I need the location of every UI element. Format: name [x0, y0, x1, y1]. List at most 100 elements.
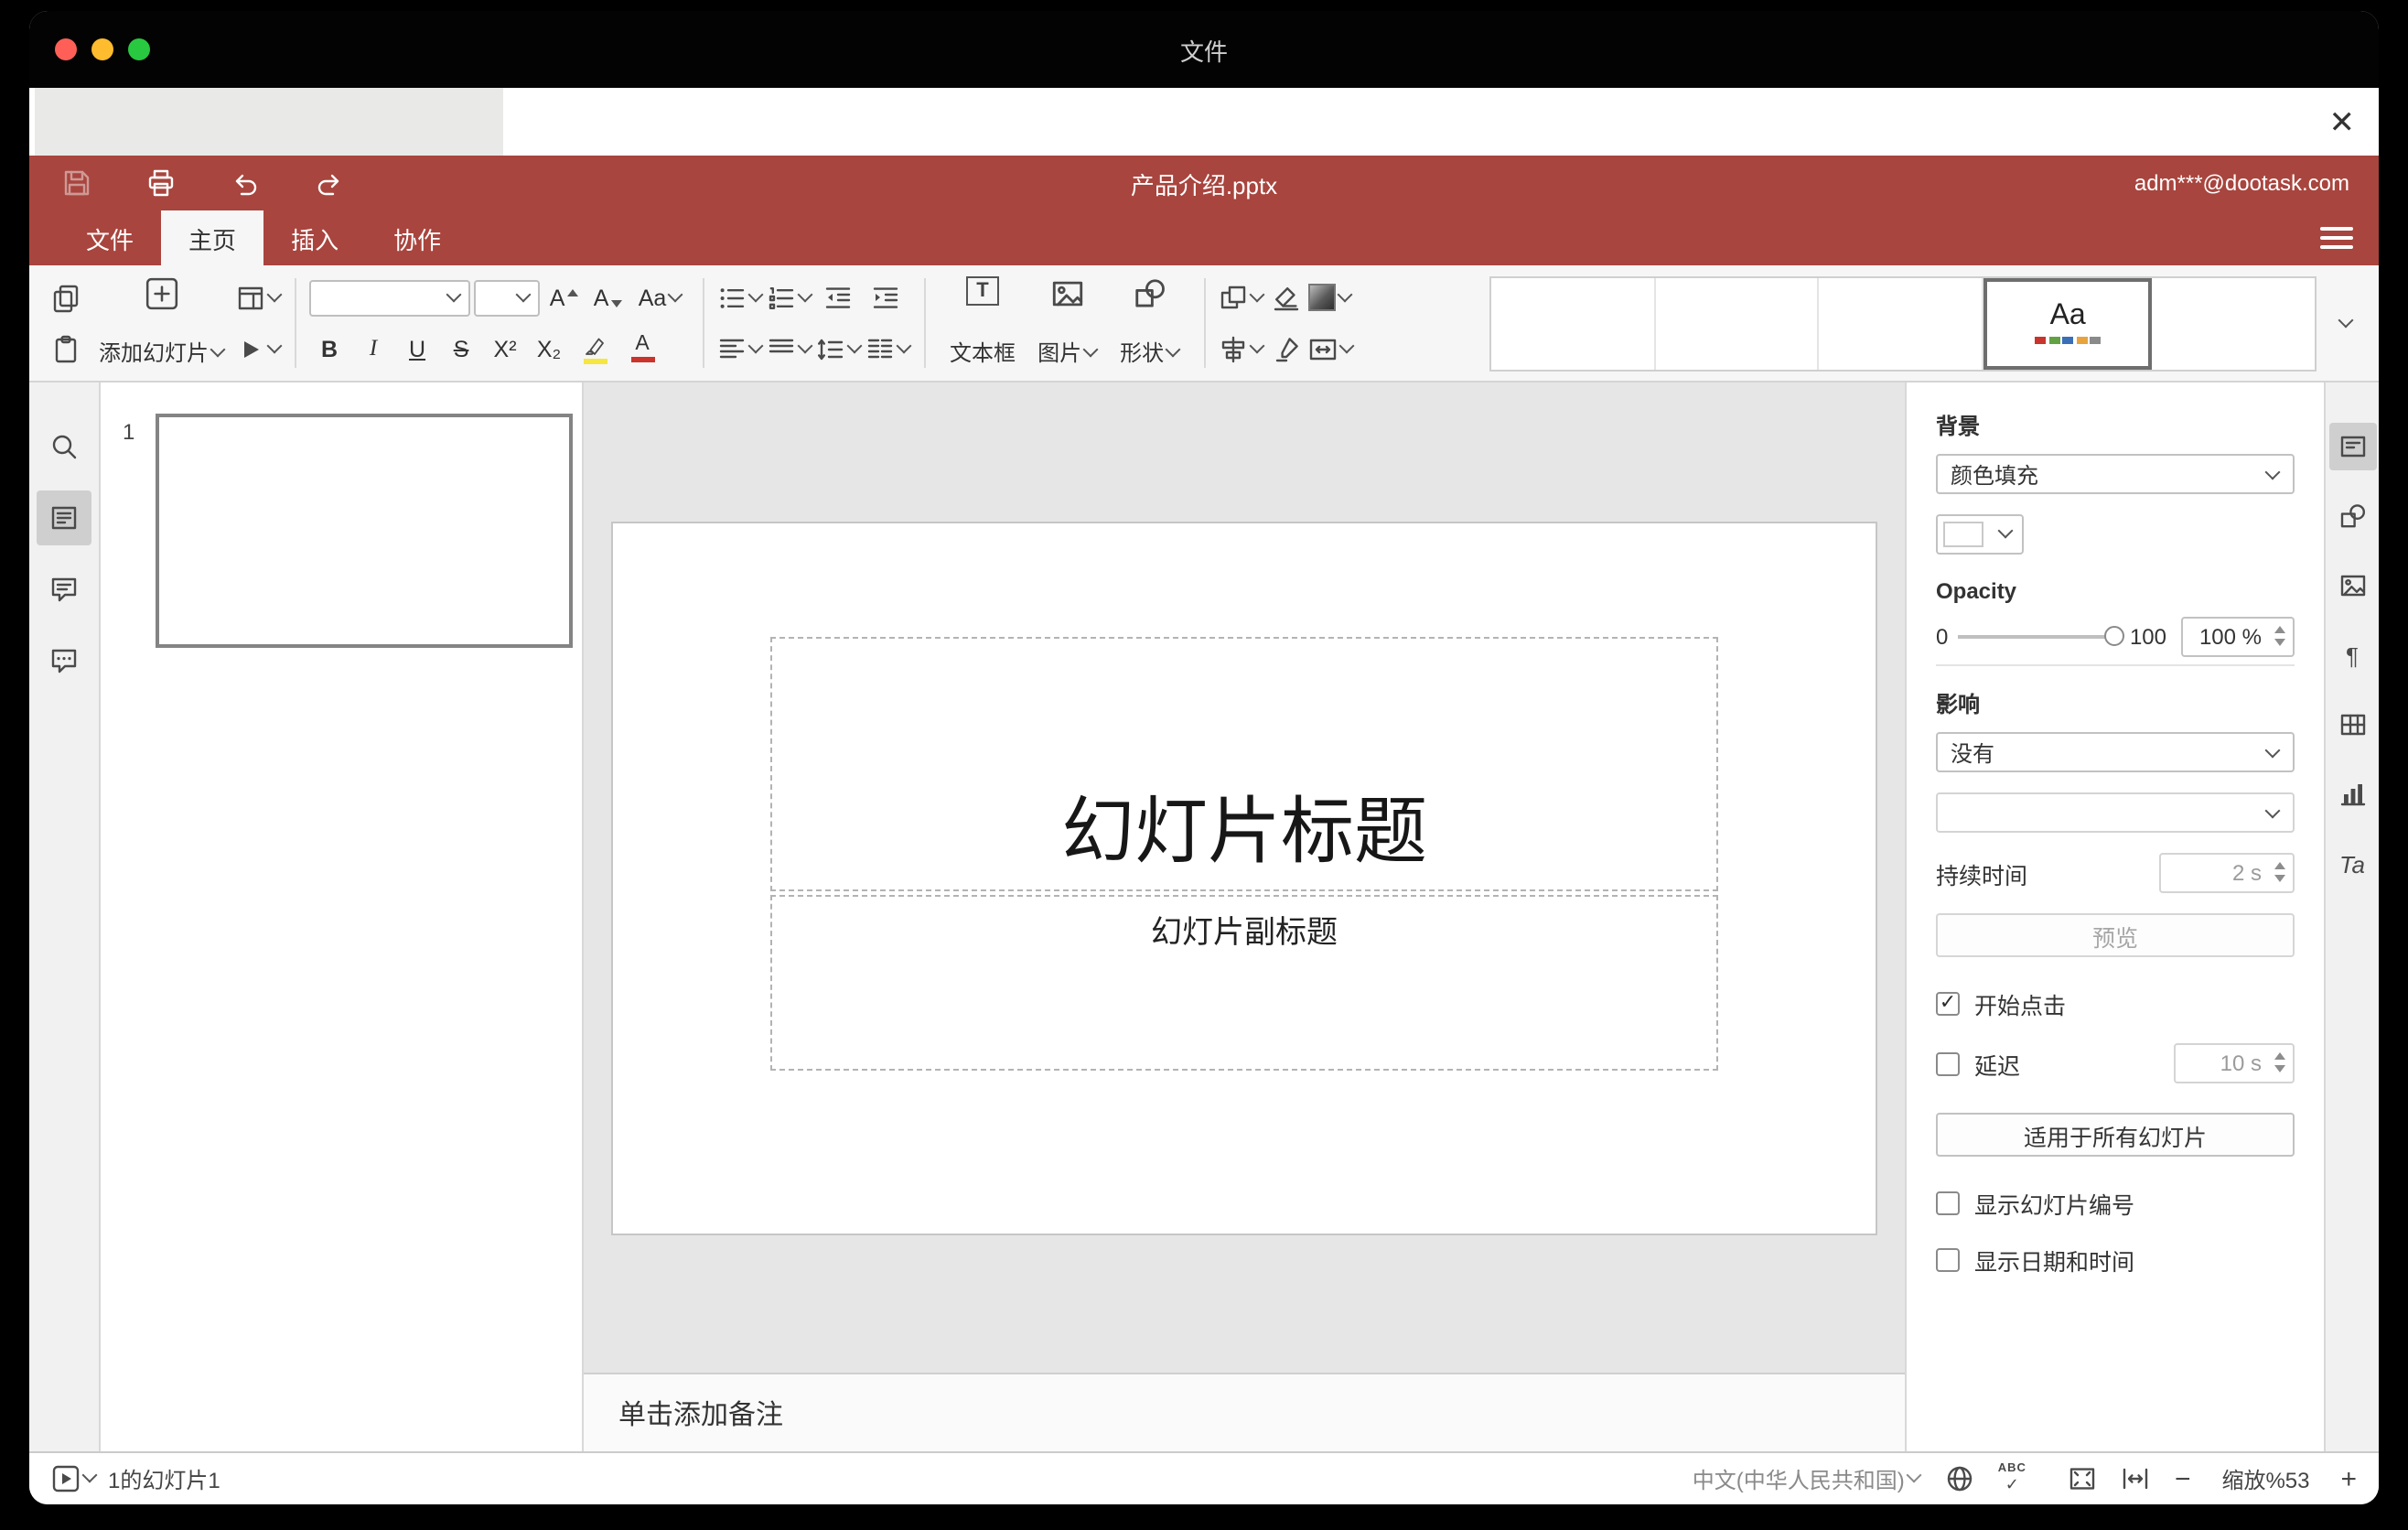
theme-option-1[interactable]: [1491, 277, 1656, 369]
title-placeholder[interactable]: 幻灯片标题: [770, 637, 1718, 891]
copy-style-icon[interactable]: [1264, 326, 1308, 372]
columns-icon[interactable]: [865, 326, 912, 372]
tab-collaboration[interactable]: 协作: [366, 210, 468, 265]
window-zoom-button[interactable]: [128, 38, 150, 60]
table-settings-icon[interactable]: [2328, 701, 2376, 749]
change-case-icon[interactable]: Aa: [631, 275, 690, 320]
bullet-list-icon[interactable]: [717, 275, 764, 320]
print-icon[interactable]: [143, 165, 179, 201]
checkbox-unchecked-icon[interactable]: [1936, 1051, 1960, 1075]
window-close-button[interactable]: [55, 38, 77, 60]
clear-style-icon[interactable]: [1264, 275, 1308, 320]
menu-icon[interactable]: [2320, 223, 2353, 253]
font-name-select[interactable]: [309, 279, 471, 316]
theme-gallery-expand-icon[interactable]: [2324, 275, 2364, 371]
numbered-list-icon[interactable]: [767, 275, 813, 320]
apply-to-all-slides-button[interactable]: 适用于所有幻灯片: [1936, 1113, 2295, 1157]
close-icon[interactable]: ✕: [2329, 106, 2356, 137]
italic-icon[interactable]: I: [353, 326, 393, 372]
delay-input[interactable]: 10 s: [2174, 1043, 2295, 1083]
insert-image-button[interactable]: 图片: [1027, 271, 1109, 375]
zoom-in-icon[interactable]: +: [2340, 1463, 2357, 1494]
checkbox-unchecked-icon[interactable]: [1936, 1191, 1960, 1215]
shape-settings-icon[interactable]: [2328, 492, 2376, 540]
show-date-time-row[interactable]: 显示日期和时间: [1936, 1243, 2295, 1277]
fit-slide-icon[interactable]: [2069, 1464, 2098, 1493]
paste-icon[interactable]: [44, 326, 88, 372]
decrease-indent-icon[interactable]: [816, 275, 860, 320]
slide-settings-icon[interactable]: [2328, 423, 2376, 470]
insert-shape-button[interactable]: 形状: [1109, 271, 1191, 375]
fit-width-icon[interactable]: [2122, 1464, 2151, 1493]
font-color-icon[interactable]: A: [620, 326, 664, 372]
underline-icon[interactable]: U: [397, 326, 437, 372]
start-slideshow-status-icon[interactable]: [51, 1464, 98, 1493]
undo-icon[interactable]: [227, 165, 263, 201]
vertical-align-icon[interactable]: [767, 326, 813, 372]
duration-input[interactable]: 2 s: [2159, 853, 2295, 893]
increase-indent-icon[interactable]: [864, 275, 908, 320]
theme-option-selected[interactable]: Aa: [1983, 277, 2153, 369]
opacity-slider[interactable]: [1957, 626, 2124, 646]
slide-size-icon[interactable]: [1308, 326, 1355, 372]
increase-font-icon[interactable]: A: [543, 275, 584, 320]
chart-settings-icon[interactable]: [2328, 770, 2376, 818]
slide-thumbnail[interactable]: [156, 414, 573, 648]
copy-icon[interactable]: [44, 275, 88, 320]
subscript-icon[interactable]: X₂: [529, 326, 569, 372]
effect-type-select[interactable]: [1936, 792, 2295, 833]
align-objects-icon[interactable]: [1219, 326, 1265, 372]
window-minimize-button[interactable]: [91, 38, 113, 60]
save-icon[interactable]: [59, 165, 95, 201]
search-icon[interactable]: [37, 419, 91, 474]
slide-editor[interactable]: 幻灯片标题 幻灯片副标题: [613, 523, 1876, 1234]
change-layout-icon[interactable]: [236, 275, 283, 320]
highlight-color-icon[interactable]: [573, 326, 617, 372]
language-select[interactable]: 中文(中华人民共和国): [1693, 1463, 1922, 1494]
document-language-icon[interactable]: [1945, 1464, 1974, 1493]
preview-button[interactable]: 预览: [1936, 913, 2295, 957]
checkbox-checked-icon[interactable]: ✓: [1936, 992, 1960, 1016]
comments-icon[interactable]: [37, 562, 91, 617]
tab-home[interactable]: 主页: [161, 210, 264, 265]
image-settings-icon[interactable]: [2328, 562, 2376, 609]
chat-icon[interactable]: [37, 633, 91, 688]
redo-icon[interactable]: [311, 165, 348, 201]
decrease-font-icon[interactable]: A: [587, 275, 628, 320]
tab-insert[interactable]: 插入: [263, 210, 366, 265]
font-size-select[interactable]: [474, 279, 541, 316]
opacity-input[interactable]: 100 %: [2181, 617, 2295, 657]
effect-select[interactable]: 没有: [1936, 732, 2295, 772]
paragraph-settings-icon[interactable]: ¶: [2328, 631, 2376, 679]
theme-option-5[interactable]: [2152, 277, 2315, 369]
spinner-arrows-icon[interactable]: [2274, 862, 2285, 882]
background-color-picker[interactable]: [1936, 514, 2024, 555]
bold-icon[interactable]: B: [309, 326, 349, 372]
background-fill-select[interactable]: 颜色填充: [1936, 454, 2295, 494]
start-slideshow-icon[interactable]: [236, 326, 283, 372]
insert-textbox-button[interactable]: T 文本框: [939, 271, 1027, 375]
slider-knob[interactable]: [2103, 626, 2124, 646]
show-slide-number-row[interactable]: 显示幻灯片编号: [1936, 1186, 2295, 1221]
zoom-out-icon[interactable]: −: [2175, 1463, 2191, 1494]
tab-file[interactable]: 文件: [59, 210, 161, 265]
arrange-objects-icon[interactable]: [1219, 275, 1265, 320]
notes-area[interactable]: 单击添加备注: [584, 1373, 1905, 1451]
start-on-click-row[interactable]: ✓ 开始点击: [1936, 986, 2295, 1021]
subtitle-placeholder[interactable]: 幻灯片副标题: [770, 895, 1718, 1071]
superscript-icon[interactable]: X²: [485, 326, 525, 372]
theme-option-3[interactable]: [1819, 277, 1983, 369]
textart-settings-icon[interactable]: Ta: [2328, 840, 2376, 888]
slides-panel-icon[interactable]: [37, 490, 91, 545]
strikeout-icon[interactable]: S: [441, 326, 481, 372]
color-scheme-icon[interactable]: [1308, 275, 1353, 320]
spinner-arrows-icon[interactable]: [2274, 626, 2285, 646]
checkbox-unchecked-icon[interactable]: [1936, 1248, 1960, 1272]
add-slide-button[interactable]: 添加幻灯片: [88, 271, 236, 375]
spellcheck-icon[interactable]: ABC ✓: [1998, 1463, 2026, 1493]
spinner-arrows-icon[interactable]: [2274, 1052, 2285, 1072]
slide-canvas[interactable]: 幻灯片标题 幻灯片副标题: [584, 382, 1905, 1373]
theme-option-2[interactable]: [1655, 277, 1820, 369]
line-spacing-icon[interactable]: [816, 326, 863, 372]
horizontal-align-icon[interactable]: [717, 326, 764, 372]
